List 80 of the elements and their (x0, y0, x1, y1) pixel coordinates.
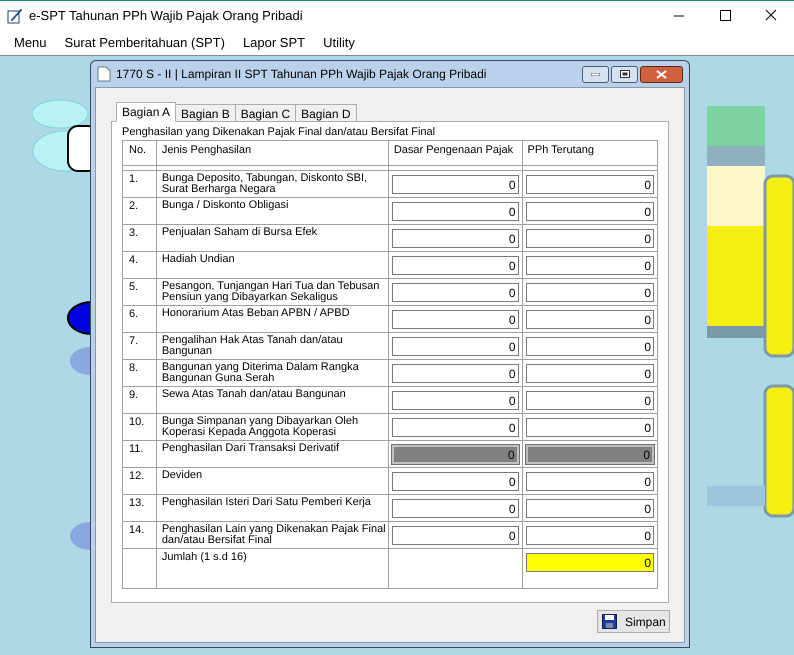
number-field[interactable]: 0 (392, 499, 519, 518)
number-field[interactable]: 0 (392, 526, 519, 545)
number-field[interactable]: 0 (526, 526, 654, 545)
tab[interactable]: Bagian A (116, 102, 176, 122)
number-field[interactable]: 0 (392, 337, 519, 356)
row-number: 12. (129, 470, 144, 482)
number-field[interactable]: 0 (526, 472, 654, 491)
row-number: 11. (129, 443, 144, 455)
number-field[interactable]: 0 (392, 418, 519, 437)
total-label: Jumlah (1 s.d 16) (162, 551, 247, 563)
number-field[interactable]: 0 (526, 364, 654, 383)
total-field[interactable]: 0 (526, 553, 654, 572)
restore-icon (620, 70, 630, 78)
income-type: Pesangon, Tunjangan Hari Tua dan Tebusan Pensiun yang Dibayarkan Sekaligus (162, 280, 380, 303)
number-field[interactable]: 0 (392, 472, 519, 491)
number-field[interactable]: 0 (526, 175, 654, 194)
menu-item[interactable]: Utility (314, 32, 364, 52)
window-title: e-SPT Tahunan PPh Wajib Pajak Orang Pribadi (29, 6, 303, 25)
number-field[interactable]: 0 (526, 391, 654, 410)
menu-item[interactable]: Lapor SPT (234, 32, 314, 52)
income-type: Pengalihan Hak Atas Tanah dan/atau Bangunan (162, 334, 343, 357)
row-number: 7. (129, 335, 138, 347)
income-type: Penghasilan Lain yang Dikenakan Pajak Final dan/atau Bersifat Final (162, 523, 386, 546)
number-field[interactable]: 0 (526, 229, 654, 248)
close-icon (656, 70, 667, 78)
row-number: 9. (129, 389, 138, 401)
number-field[interactable]: 0 (526, 256, 654, 275)
column-header: No. (129, 144, 146, 156)
number-field[interactable]: 0 (392, 283, 519, 302)
number-field[interactable]: 0 (392, 310, 519, 329)
income-type: Penghasilan Isteri Dari Satu Pemberi Kerja (162, 496, 371, 508)
income-type: Hadiah Undian (162, 253, 235, 265)
restore-button[interactable] (611, 66, 638, 82)
number-field[interactable]: 0 (526, 283, 654, 302)
number-field[interactable]: 0 (392, 229, 519, 248)
income-type: Sewa Atas Tanah dan/atau Bangunan (162, 388, 346, 400)
tab[interactable]: Bagian D (295, 104, 356, 122)
income-type: Penghasilan Dari Transaksi Derivatif (162, 442, 340, 454)
row-number: 14. (129, 524, 144, 536)
number-field[interactable]: 0 (392, 202, 519, 221)
row-number: 13. (129, 497, 144, 509)
income-type: Bangunan yang Diterima Dalam Rangka Bangunan Guna Serah (162, 361, 359, 384)
number-field[interactable]: 0 (526, 337, 654, 356)
document-icon (97, 66, 111, 82)
tab[interactable]: Bagian B (175, 104, 236, 122)
tab[interactable]: Bagian C (234, 104, 296, 122)
number-field[interactable]: 0 (526, 499, 654, 518)
row-number: 4. (129, 254, 138, 266)
minimize-button[interactable] (582, 66, 609, 82)
row-number: 5. (129, 281, 138, 293)
income-type: Penjualan Saham di Bursa Efek (162, 226, 318, 238)
section-title: Penghasilan yang Dikenakan Pajak Final dan/atau Bersifat Final (122, 126, 436, 139)
number-field[interactable]: 0 (392, 175, 519, 194)
row-number: 3. (129, 227, 138, 239)
row-number: 2. (129, 200, 138, 212)
income-type: Bunga / Diskonto Obligasi (162, 199, 288, 211)
row-number: 10. (129, 416, 144, 428)
app-icon (7, 8, 23, 24)
row-number: 1. (129, 173, 138, 185)
income-type: Deviden (162, 469, 202, 481)
income-type: Bunga Simpanan yang Dibayarkan Oleh Koperasi Kepada Anggota Koperasi (162, 415, 358, 438)
number-field[interactable]: 0 (526, 202, 654, 221)
dialog-title: 1770 S - II | Lampiran II SPT Tahunan PPh Wajib Pajak Orang Pribadi (116, 66, 486, 83)
close-button[interactable] (640, 66, 683, 82)
number-field[interactable]: 0 (392, 391, 519, 410)
row-number: 6. (129, 308, 138, 320)
save-button[interactable]: Simpan (597, 610, 670, 633)
column-header: PPh Terutang (528, 144, 594, 156)
row-number: 8. (129, 362, 138, 374)
minimize-icon (591, 72, 600, 76)
menu-item[interactable]: Surat Pemberitahuan (SPT) (56, 32, 234, 52)
column-header: Jenis Penghasilan (162, 144, 252, 156)
income-type: Bunga Deposito, Tabungan, Diskonto SBI, Surat Berharga Negara (162, 172, 368, 195)
number-field[interactable]: 0 (392, 256, 519, 275)
number-field[interactable]: 0 (526, 418, 654, 437)
number-field[interactable]: 0 (526, 310, 654, 329)
income-type: Honorarium Atas Beban APBN / APBD (162, 307, 350, 319)
column-header: Dasar Pengenaan Pajak (394, 144, 514, 156)
menu-item[interactable]: Menu (5, 32, 56, 52)
number-field[interactable]: 0 (392, 364, 519, 383)
